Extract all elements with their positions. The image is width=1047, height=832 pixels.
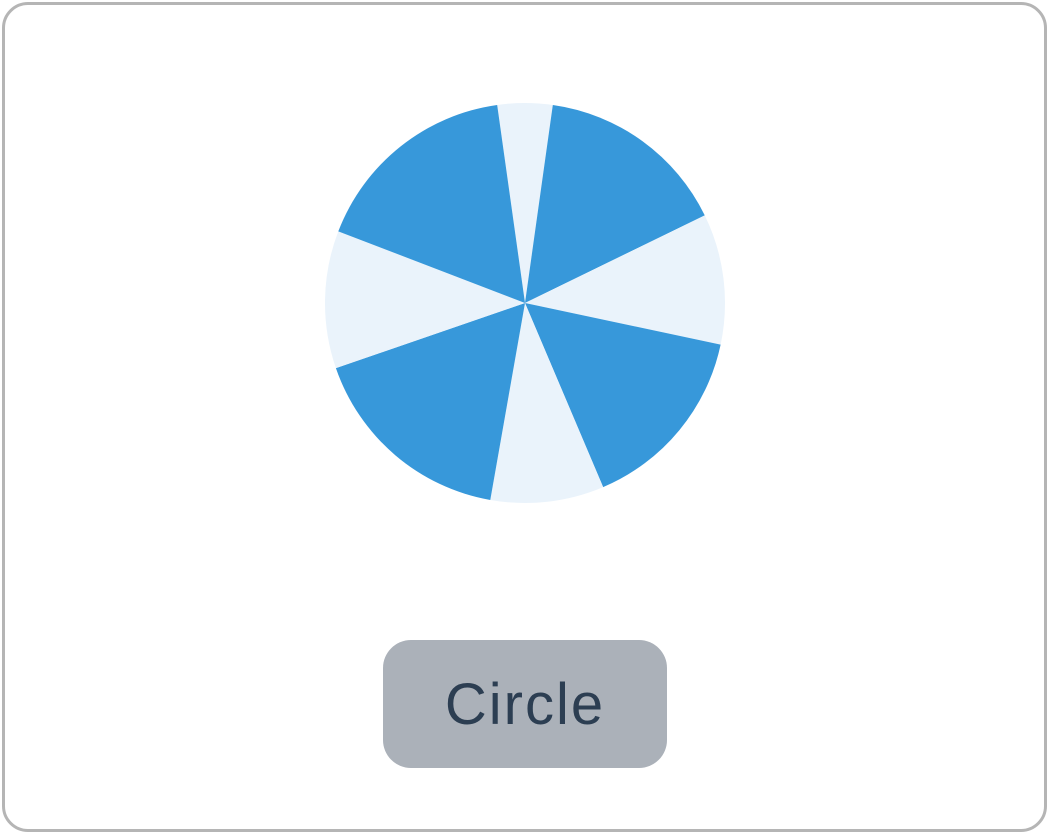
circle-answer-button[interactable]: Circle <box>383 640 667 768</box>
